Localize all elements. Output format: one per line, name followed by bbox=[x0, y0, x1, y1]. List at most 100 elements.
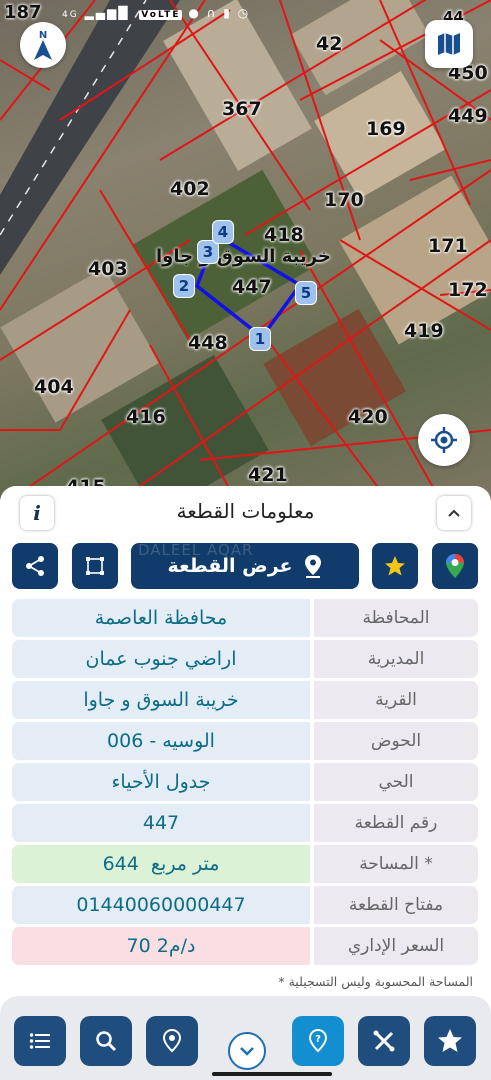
plot-number[interactable]: 418 bbox=[264, 224, 304, 246]
plot-number[interactable]: 448 bbox=[188, 332, 228, 354]
plot-number[interactable]: 421 bbox=[248, 464, 288, 486]
basin-label: الحوض bbox=[314, 722, 478, 760]
measure-tools-icon bbox=[373, 1030, 395, 1052]
area-label: المساحة * bbox=[314, 845, 478, 883]
expand-nav-button[interactable] bbox=[228, 1032, 266, 1070]
panel-title: معلومات القطعة bbox=[176, 499, 315, 523]
list-button[interactable] bbox=[14, 1016, 66, 1066]
plot-number[interactable]: 42 bbox=[316, 33, 342, 55]
parcel-vertex[interactable]: 1 bbox=[249, 327, 271, 351]
plot-number[interactable]: 367 bbox=[222, 98, 262, 120]
list-icon bbox=[29, 1033, 50, 1049]
gps-target-icon bbox=[431, 427, 457, 453]
watermark: DALEEL AQAR bbox=[138, 541, 254, 559]
search-button[interactable] bbox=[80, 1016, 132, 1066]
google-maps-icon bbox=[446, 554, 464, 578]
map-layers-button[interactable] bbox=[425, 20, 473, 68]
chevron-up-icon bbox=[448, 509, 460, 517]
plot-number[interactable]: 419 bbox=[404, 320, 444, 342]
plot-number-label: رقم القطعة bbox=[314, 804, 478, 842]
plot-key-label: مفتاح القطعة bbox=[314, 886, 478, 924]
compass-n-label: N bbox=[39, 30, 47, 41]
chevron-down-icon bbox=[240, 1047, 254, 1056]
row-area: 644 متر مربع المساحة * bbox=[12, 845, 478, 883]
row-village: خريبة السوق و جاوا القرية bbox=[12, 681, 478, 719]
draw-polygon-button[interactable] bbox=[72, 543, 118, 589]
google-maps-button[interactable] bbox=[432, 543, 478, 589]
parcel-vertex[interactable]: 4 bbox=[212, 220, 234, 244]
compass-north-icon: N bbox=[34, 30, 52, 60]
location-search-button[interactable] bbox=[146, 1016, 198, 1066]
plot-number[interactable]: 172 bbox=[448, 279, 488, 301]
headphones-icon: ∩ bbox=[206, 6, 218, 20]
collapse-panel-button[interactable] bbox=[437, 496, 471, 530]
parcel-vertex[interactable]: 5 bbox=[295, 281, 317, 305]
plot-number[interactable]: 449 bbox=[448, 105, 488, 127]
neighborhood-label: الحي bbox=[314, 763, 478, 801]
admin-price-label: السعر الإداري bbox=[314, 927, 478, 965]
area-value: 644 متر مربع bbox=[12, 845, 310, 883]
plot-key-value: 01440060000447 bbox=[12, 886, 310, 924]
star-icon bbox=[385, 556, 405, 576]
status-icons: 4G ▂▄▆█ VoLTE ● ∩ ▮ ◷ bbox=[62, 6, 250, 20]
row-governorate: محافظة العاصمة المحافظة bbox=[12, 599, 478, 637]
status-time: 187 bbox=[4, 2, 42, 23]
plot-number[interactable]: 404 bbox=[34, 376, 74, 398]
plot-number[interactable]: 170 bbox=[324, 189, 364, 211]
plot-number[interactable]: 402 bbox=[170, 178, 210, 200]
plot-number[interactable]: 171 bbox=[428, 235, 468, 257]
governorate-value: محافظة العاصمة bbox=[12, 599, 310, 637]
plot-number[interactable]: 403 bbox=[88, 258, 128, 280]
plot-info-panel: i معلومات القطعة عرض القطعة DALEEL AQAR … bbox=[0, 486, 491, 1080]
favorite-button[interactable] bbox=[372, 543, 418, 589]
plot-number-selected[interactable]: 447 bbox=[232, 276, 272, 298]
share-icon bbox=[26, 556, 44, 576]
row-neighborhood: جدول الأحياء الحي bbox=[12, 763, 478, 801]
location-pin-icon bbox=[304, 555, 321, 578]
row-plot-key: 01440060000447 مفتاح القطعة bbox=[12, 886, 478, 924]
plot-number[interactable]: 420 bbox=[348, 406, 388, 428]
directorate-value: اراضي جنوب عمان bbox=[12, 640, 310, 678]
home-indicator bbox=[212, 1072, 332, 1076]
search-icon bbox=[96, 1031, 117, 1052]
measure-tools-button[interactable] bbox=[358, 1016, 410, 1066]
battery-icon: ▮ bbox=[223, 6, 232, 20]
star-badge-icon bbox=[438, 1029, 462, 1052]
village-value: خريبة السوق و جاوا bbox=[12, 681, 310, 719]
directorate-label: المديرية bbox=[314, 640, 478, 678]
row-plot-number: 447 رقم القطعة bbox=[12, 804, 478, 842]
area-footnote: * المساحة المحسوبة وليس التسجيلية bbox=[278, 974, 473, 989]
compass-button[interactable]: N bbox=[20, 22, 66, 68]
premium-button[interactable] bbox=[424, 1016, 476, 1066]
satellite-map[interactable]: 42 450 367 169 449 402 170 418 171 403 4… bbox=[0, 0, 491, 500]
network-label: 4G bbox=[62, 10, 79, 20]
location-pin-icon bbox=[162, 1028, 182, 1053]
signal-icon: ▂▄▆█ bbox=[84, 6, 130, 20]
bottom-navigation: ? bbox=[0, 996, 491, 1080]
row-basin: الوسيه - 006 الحوض bbox=[12, 722, 478, 760]
plot-number-value: 447 bbox=[12, 804, 310, 842]
row-directorate: اراضي جنوب عمان المديرية bbox=[12, 640, 478, 678]
plot-number[interactable]: 169 bbox=[366, 118, 406, 140]
locate-me-button[interactable] bbox=[418, 414, 470, 466]
alarm-icon: ◷ bbox=[237, 6, 251, 20]
village-label: خريبة السوق و جاوا bbox=[156, 246, 331, 267]
admin-price-value: 70 د/م2 bbox=[12, 927, 310, 965]
share-button[interactable] bbox=[12, 543, 58, 589]
svg-text:?: ? bbox=[315, 1034, 321, 1045]
plot-number[interactable]: 416 bbox=[126, 406, 166, 428]
row-admin-price: 70 د/م2 السعر الإداري bbox=[12, 927, 478, 965]
neighborhood-value: جدول الأحياء bbox=[12, 763, 310, 801]
map-icon bbox=[438, 33, 460, 55]
governorate-label: المحافظة bbox=[314, 599, 478, 637]
volte-badge: VoLTE bbox=[139, 10, 183, 20]
polygon-select-icon bbox=[86, 557, 104, 575]
parcel-vertex[interactable]: 2 bbox=[173, 274, 195, 298]
village-label-cell: القرية bbox=[314, 681, 478, 719]
basin-value: الوسيه - 006 bbox=[12, 722, 310, 760]
location-status-icon: ● bbox=[188, 6, 201, 20]
status-bar: 187 4G ▂▄▆█ VoLTE ● ∩ ▮ ◷ bbox=[0, 0, 491, 28]
help-location-icon: ? bbox=[308, 1028, 328, 1053]
plot-info-button[interactable]: ? bbox=[292, 1016, 344, 1066]
panel-header: i معلومات القطعة bbox=[0, 486, 491, 536]
